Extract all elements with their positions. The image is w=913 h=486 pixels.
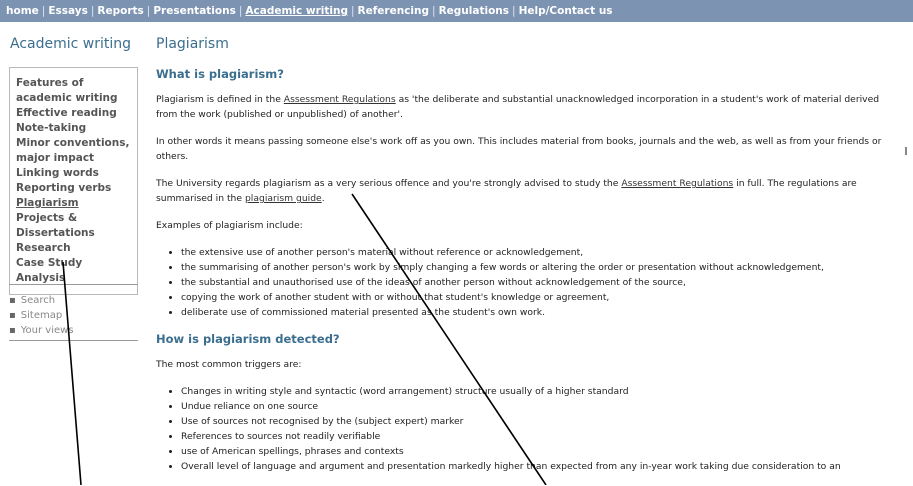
- scrollbar-marker[interactable]: [905, 147, 907, 155]
- definition-text-a: Plagiarism is defined in the: [156, 94, 284, 105]
- nav-link-referencing[interactable]: Referencing: [358, 5, 430, 17]
- sidebar-item-note-taking[interactable]: Note-taking: [16, 121, 131, 136]
- sidebar-section-title: Academic writing: [10, 36, 132, 52]
- assessment-regulations-link[interactable]: Assessment Regulations: [284, 94, 396, 105]
- nav-link-regulations[interactable]: Regulations: [439, 5, 509, 17]
- sidebar-item-linking-words[interactable]: Linking words: [16, 166, 131, 181]
- nav-separator: |: [41, 5, 46, 17]
- heading-what-is-plagiarism: What is plagiarism?: [156, 67, 284, 81]
- list-item: use of American spellings, phrases and c…: [181, 444, 896, 459]
- nav-separator: |: [238, 5, 243, 17]
- list-item: the extensive use of another person's ma…: [181, 245, 896, 260]
- list-item: Changes in writing style and syntactic (…: [181, 384, 896, 399]
- nav-link-home[interactable]: home: [6, 5, 39, 17]
- definition-paragraph: Plagiarism is defined in the Assessment …: [156, 92, 896, 122]
- explanation-paragraph: In other words it means passing someone …: [156, 136, 882, 162]
- sidebar-util-your-views[interactable]: Your views: [9, 323, 138, 338]
- nav-link-help-contact-us[interactable]: Help/Contact us: [519, 5, 613, 17]
- nav-separator: |: [512, 5, 516, 17]
- list-item: the summarising of another person's work…: [181, 260, 896, 275]
- list-item: Use of sources not recognised by the (su…: [181, 414, 896, 429]
- triggers-intro: The most common triggers are:: [156, 359, 302, 370]
- left-sidebar: Academic writing Features of academic wr…: [0, 22, 148, 485]
- examples-list: the extensive use of another person's ma…: [156, 245, 896, 320]
- sidebar-item-case-study-analysis[interactable]: Case Study Analysis: [16, 256, 131, 286]
- examples-intro: Examples of plagiarism include:: [156, 220, 303, 231]
- nav-link-academic-writing[interactable]: Academic writing: [245, 5, 348, 17]
- sidebar-item-reporting-verbs[interactable]: Reporting verbs: [16, 181, 131, 196]
- nav-link-presentations[interactable]: Presentations: [153, 5, 236, 17]
- sidebar-item-plagiarism[interactable]: Plagiarism: [16, 196, 131, 211]
- regulations-text-c: .: [321, 193, 325, 204]
- nav-separator: |: [350, 5, 355, 17]
- list-item: the substantial and unauthorised use of …: [181, 275, 896, 290]
- sidebar-divider: [9, 284, 138, 285]
- sidebar-item-projects-dissertations[interactable]: Projects & Dissertations: [16, 211, 131, 241]
- nav-separator: |: [146, 5, 151, 17]
- sidebar-item-features-of-academic-writing[interactable]: Features of academic writing: [16, 76, 131, 106]
- nav-separator: |: [432, 5, 436, 17]
- list-item: Undue reliance on one source: [181, 399, 896, 414]
- nav-separator: |: [90, 5, 95, 17]
- sidebar-item-research[interactable]: Research: [16, 241, 131, 256]
- list-item: Overall level of language and argument a…: [181, 459, 896, 474]
- nav-link-reports[interactable]: Reports: [97, 5, 143, 17]
- regulations-paragraph: The University regards plagiarism as a v…: [156, 176, 896, 206]
- list-item: deliberate use of commissioned material …: [181, 305, 896, 320]
- sidebar-utility-links: SearchSitemapYour views: [9, 293, 138, 338]
- triggers-list: Changes in writing style and syntactic (…: [156, 384, 896, 474]
- article-body: What is plagiarism? Plagiarism is define…: [156, 67, 896, 486]
- sidebar-item-effective-reading[interactable]: Effective reading: [16, 106, 131, 121]
- top-navigation-bar: home | Essays | Reports | Presentations | Academ…: [0, 0, 913, 22]
- page-title: Plagiarism: [156, 36, 229, 52]
- sidebar-util-sitemap[interactable]: Sitemap: [9, 308, 138, 323]
- plagiarism-guide-link[interactable]: plagiarism guide: [245, 193, 322, 204]
- main-content: Plagiarism What is plagiarism? Plagiaris…: [156, 22, 901, 485]
- sidebar-divider-bottom: [9, 340, 138, 341]
- assessment-regulations-link-2[interactable]: Assessment Regulations: [621, 178, 733, 189]
- regulations-text-a: The University regards plagiarism as a v…: [156, 178, 622, 189]
- sidebar-util-search[interactable]: Search: [9, 293, 138, 308]
- sidebar-menu: Features of academic writing Effective re…: [9, 67, 138, 295]
- nav-link-essays[interactable]: Essays: [48, 5, 88, 17]
- sidebar-item-minor-conventions-major-impact[interactable]: Minor conventions, major impact: [16, 136, 131, 166]
- list-item: References to sources not readily verifi…: [181, 429, 896, 444]
- list-item: copying the work of another student with…: [181, 290, 896, 305]
- heading-how-detected: How is plagiarism detected?: [156, 332, 340, 346]
